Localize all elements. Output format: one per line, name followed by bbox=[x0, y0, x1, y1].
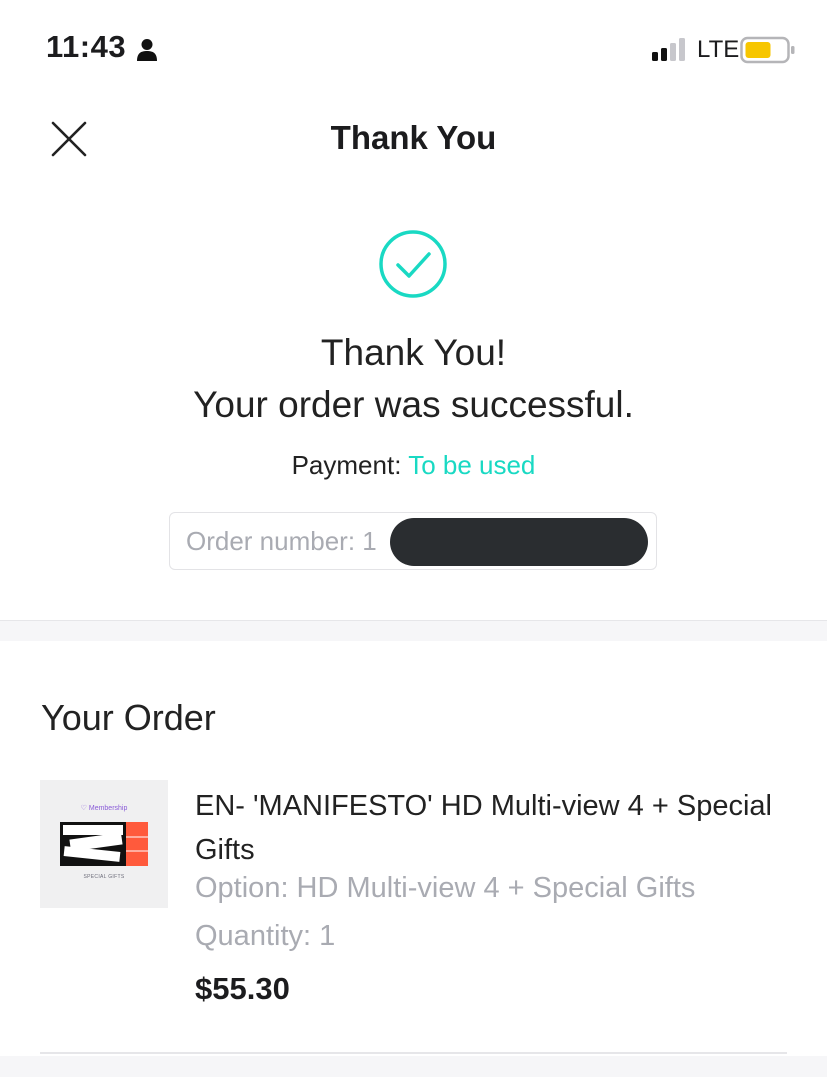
divider-line bbox=[40, 1052, 787, 1054]
success-message: Your order was successful. bbox=[193, 384, 634, 425]
section-divider bbox=[0, 620, 827, 641]
product-thumbnail[interactable]: ♡ Membership SPECIAL GIFTS bbox=[40, 780, 168, 908]
redaction-bar bbox=[390, 518, 648, 566]
membership-badge: ♡ Membership bbox=[40, 804, 168, 812]
bottom-band bbox=[0, 1056, 827, 1077]
order-confirmation-screen: 11:43 LTE Thank You Thank You! Your orde… bbox=[0, 0, 827, 1077]
payment-label: Payment: bbox=[291, 450, 402, 480]
product-art bbox=[60, 822, 148, 866]
product-name[interactable]: EN- 'MANIFESTO' HD Multi-view 4 + Specia… bbox=[195, 784, 795, 872]
status-bar: 11:43 LTE bbox=[0, 0, 827, 100]
order-number-label: Order number: 1 bbox=[186, 526, 377, 556]
network-type: LTE bbox=[697, 36, 740, 63]
product-option: Option: HD Multi-view 4 + Special Gifts bbox=[195, 872, 696, 904]
order-number-box: Order number: 1 bbox=[169, 512, 657, 570]
your-order-heading: Your Order bbox=[41, 697, 216, 738]
battery-icon bbox=[740, 36, 795, 64]
thumbnail-caption: SPECIAL GIFTS bbox=[83, 874, 125, 880]
payment-status: To be used bbox=[408, 450, 536, 480]
product-price: $55.30 bbox=[195, 971, 290, 1006]
check-circle-icon bbox=[379, 230, 447, 298]
page-title: Thank You bbox=[330, 119, 497, 156]
signal-icon bbox=[652, 38, 685, 61]
heart-icon: ♡ bbox=[80, 805, 87, 812]
close-icon[interactable] bbox=[50, 120, 88, 158]
status-time: 11:43 bbox=[46, 29, 127, 64]
payment-row: Payment: To be used bbox=[0, 450, 827, 481]
product-quantity: Quantity: 1 bbox=[195, 920, 336, 952]
person-icon bbox=[137, 39, 157, 61]
membership-badge-label: Membership bbox=[88, 805, 128, 812]
success-heading: Thank You! bbox=[320, 332, 507, 373]
